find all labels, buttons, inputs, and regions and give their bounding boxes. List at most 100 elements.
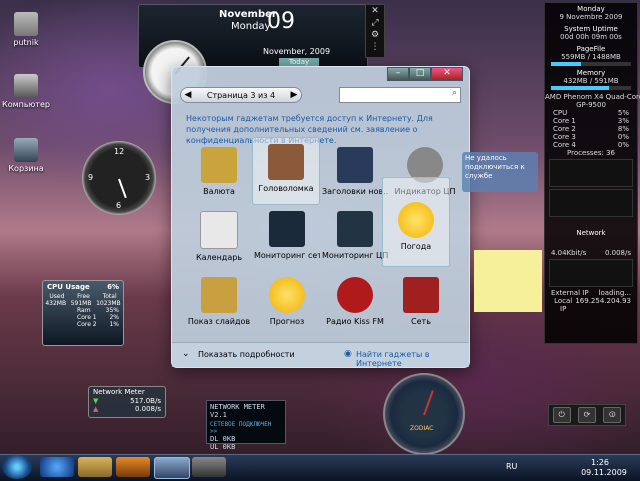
explorer-taskbar-button[interactable] xyxy=(78,457,112,477)
gadget-item[interactable]: Радио Kiss FM xyxy=(322,271,388,337)
cpu-usage-header: CPU Usage 6% xyxy=(47,283,119,291)
gadget-item[interactable]: Показ слайдов xyxy=(186,271,252,337)
gadget-label: Головоломка xyxy=(258,184,314,193)
globe-icon: ◉ xyxy=(344,349,352,359)
ie-taskbar-button[interactable] xyxy=(40,457,74,477)
gadget-label: Заголовки нов... xyxy=(322,187,388,196)
gadget-item[interactable]: Валюта xyxy=(186,141,252,207)
sysinfo-day: Monday xyxy=(577,5,605,13)
chevron-down-icon[interactable]: ⌄ xyxy=(182,349,190,359)
gadget-item[interactable]: Заголовки нов... xyxy=(322,141,388,207)
logoff-icon[interactable]: ⏻ xyxy=(552,407,571,423)
calendar-month-year: November, 2009 xyxy=(263,47,331,56)
gadget-item[interactable]: Календарь xyxy=(186,205,252,271)
net-down: 4.04Kbit/s xyxy=(551,249,587,257)
close-button[interactable]: ✕ xyxy=(431,67,463,81)
restart-icon[interactable]: ⟳ xyxy=(577,407,596,423)
start-button[interactable] xyxy=(2,455,32,479)
sticky-note[interactable] xyxy=(474,250,542,312)
weather-icon xyxy=(398,202,434,238)
up-row: ▲ 0.008/s xyxy=(93,405,161,413)
radio-icon xyxy=(337,277,373,313)
desktop-icon-label: Компьютер xyxy=(2,100,50,109)
minimize-button[interactable]: – xyxy=(387,67,409,81)
gadget-item[interactable]: Мониторинг ЦП xyxy=(322,205,388,271)
memory-values: 432MB 591MB 1023MB xyxy=(45,300,121,307)
black-clock-gadget[interactable]: 12 3 6 9 xyxy=(82,141,156,215)
window-controls: – □ ✕ xyxy=(387,67,463,81)
gallery-footer: ⌄ Показать подробности ◉ Найти гаджеты в… xyxy=(172,342,469,368)
clock-number: 9 xyxy=(88,173,94,182)
computer-icon xyxy=(14,74,38,98)
forecast-icon xyxy=(269,277,305,313)
slideshow-icon xyxy=(201,277,237,313)
network-meter-title: Network Meter xyxy=(93,388,145,396)
core-row: CPU 5% xyxy=(553,109,629,117)
down-arrow-icon: ▼ xyxy=(93,397,99,405)
network-speeds: 4.04Kbit/s 0.008/s xyxy=(545,249,637,257)
currency-icon xyxy=(201,147,237,183)
core-row: Core 4 0% xyxy=(553,141,629,149)
system-info-panel: Monday 9 Novembre 2009 System Uptime 00d… xyxy=(544,2,640,344)
desktop-icon-computer[interactable]: Компьютер xyxy=(2,74,50,109)
app-taskbar-button[interactable] xyxy=(192,457,226,477)
core1-row: Core 1 2% xyxy=(77,314,119,321)
clock-hand xyxy=(423,390,434,416)
show-details-button[interactable]: Показать подробности xyxy=(198,350,295,359)
user-folder-icon xyxy=(14,12,38,36)
today-button[interactable]: Today xyxy=(279,58,319,66)
gadget-gallery-window[interactable]: – □ ✕ ◀ Страница 3 из 4 ▶ ⌕ Некоторым га… xyxy=(171,66,470,368)
cpu-usage-gadget[interactable]: CPU Usage 6% Used Free Total 432MB 591MB 1023… xyxy=(42,280,124,346)
network-meter-v2-gadget[interactable]: NETWORK METER V2.1 СЕТЕВОЕ ПОДКЛЮЧЕН >> … xyxy=(206,400,286,451)
gadget-label: Погода xyxy=(400,242,432,251)
media-player-taskbar-button[interactable] xyxy=(116,457,150,477)
cpu-monitor-icon xyxy=(337,211,373,247)
desktop-icon-label: Корзина xyxy=(8,164,44,173)
drag-handle-icon[interactable]: ⋮ xyxy=(366,41,384,53)
net-up: 0.008/s xyxy=(604,249,631,257)
wrench-icon[interactable]: ⚙ xyxy=(366,29,384,41)
down-row: ▼ 517.0B/s xyxy=(93,397,161,405)
zodiac-clock-gadget[interactable]: ZODIAC xyxy=(383,373,465,455)
resize-icon[interactable]: ⤢ xyxy=(366,17,384,29)
maximize-button[interactable]: □ xyxy=(409,67,431,81)
cpu-graph xyxy=(549,189,633,217)
netmeter2-title: NETWORK METER V2.1 xyxy=(210,403,265,419)
search-icon[interactable]: ⌕ xyxy=(452,88,457,98)
network-meter-gadget[interactable]: Network Meter ▼ 517.0B/s ▲ 0.008/s xyxy=(88,386,166,418)
tray-date[interactable]: 09.11.2009 xyxy=(576,468,632,477)
get-gadgets-online-link[interactable]: Найти гаджеты в Интернете xyxy=(356,350,469,368)
tray-time[interactable]: 1:26 xyxy=(576,458,624,467)
prev-page-icon[interactable]: ◀ xyxy=(181,90,195,100)
gadget-search-input[interactable]: ⌕ xyxy=(339,87,461,103)
clock-number: 6 xyxy=(116,201,122,210)
calendar-day: 09 xyxy=(267,9,295,34)
uptime-title: System Uptime xyxy=(564,25,618,33)
pagefile-title: PageFile xyxy=(576,45,606,53)
shutdown-icon[interactable]: ⏼ xyxy=(603,407,622,423)
gadget-label: Прогноз xyxy=(269,317,305,326)
gadget-item[interactable]: Погода xyxy=(382,177,450,267)
zodiac-label: ZODIAC xyxy=(410,425,434,432)
processes-count: Processes: 36 xyxy=(567,149,615,157)
calendar-weekday: Monday xyxy=(231,21,271,32)
external-ip-row: External IP loading... xyxy=(551,289,631,297)
uptime-value: 00d 00h 09m 00s xyxy=(560,33,622,41)
desktop-icon-recycle-bin[interactable]: Корзина xyxy=(2,138,50,173)
language-indicator[interactable]: RU xyxy=(506,462,517,471)
close-icon[interactable]: ✕ xyxy=(366,5,384,17)
gadget-item[interactable]: Мониторинг сети xyxy=(254,205,320,271)
clock-number: 3 xyxy=(145,173,151,182)
network-monitor-icon xyxy=(269,211,305,247)
local-ip-row: Local IP 169.254.204.93 xyxy=(554,297,631,313)
gadget-item[interactable]: Головоломка xyxy=(252,137,320,205)
gadget-label: Валюта xyxy=(203,187,235,196)
gadgets-taskbar-button[interactable] xyxy=(154,457,190,479)
gadget-toolbar: ✕ ⤢ ⚙ ⋮ xyxy=(365,4,385,58)
core2-row: Core 2 1% xyxy=(77,321,119,328)
gadget-item[interactable]: Сеть xyxy=(388,271,454,337)
gadget-item[interactable]: Прогноз xyxy=(254,271,320,337)
desktop-icon-user-folder[interactable]: putnik xyxy=(2,12,50,47)
next-page-icon[interactable]: ▶ xyxy=(287,90,301,100)
gadget-label: Показ слайдов xyxy=(187,317,251,326)
